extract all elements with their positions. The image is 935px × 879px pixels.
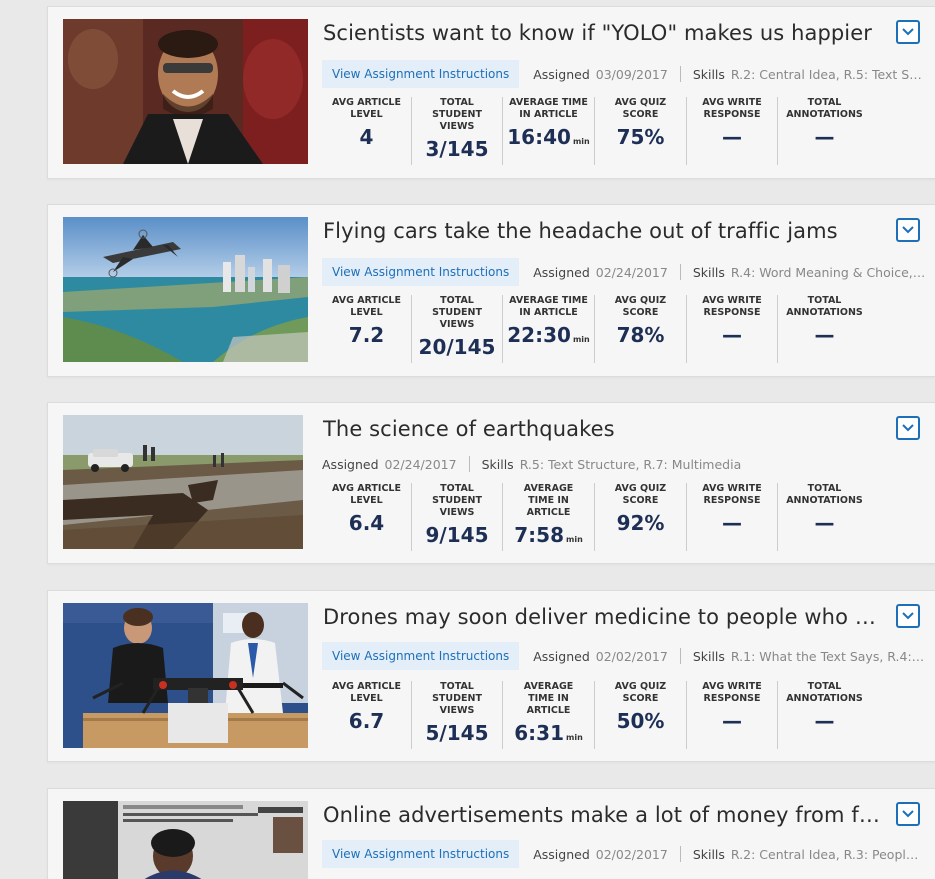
article-thumbnail[interactable] [63, 217, 308, 362]
skills-list: R.2: Central Idea, R.5: Text Struc... [730, 66, 926, 82]
article-thumbnail[interactable] [63, 19, 308, 164]
stat-quiz-score: AVG QUIZ SCORE 50% [595, 681, 687, 749]
stat-avg-level: AVG ARTICLE LEVEL 4 [322, 97, 412, 165]
assignment-meta: Assigned 02/24/2017 Skills R.5: Text Str… [322, 450, 741, 478]
skills-label: Skills [692, 66, 725, 82]
article-card: The science of earthquakes Assigned 02/2… [47, 402, 935, 564]
skills-list: R.2: Central Idea, R.3: People, Ev... [730, 846, 926, 862]
stat-quiz-score: AVG QUIZ SCORE 78% [595, 295, 687, 363]
stat-student-views: TOTAL STUDENT VIEWS 20/145 [412, 295, 503, 363]
stat-annotations: TOTAL ANNOTATIONS — [786, 483, 863, 535]
assigned-label: Assigned [322, 456, 379, 472]
assigned-label: Assigned [533, 846, 590, 862]
stat-avg-time: AVERAGE TIME IN ARTICLE 7:58 min [503, 483, 595, 551]
stat-quiz-score: AVG QUIZ SCORE 92% [595, 483, 687, 551]
skills-label: Skills [692, 264, 725, 280]
assigned-date: 02/24/2017 [384, 456, 457, 472]
stats-row: AVG ARTICLE LEVEL 6.4 TOTAL STUDENT VIEW… [322, 483, 871, 551]
article-title[interactable]: The science of earthquakes [323, 417, 888, 441]
stat-annotations: TOTAL ANNOTATIONS — [786, 97, 863, 149]
assigned-date: 02/02/2017 [595, 846, 668, 862]
chevron-down-icon [902, 424, 914, 432]
view-instructions-button[interactable]: View Assignment Instructions [322, 642, 520, 670]
article-card: Online advertisements make a lot of mone… [47, 788, 935, 879]
skills-label: Skills [481, 456, 514, 472]
divider [468, 456, 470, 472]
expand-chevron-button[interactable] [896, 20, 920, 44]
expand-chevron-button[interactable] [896, 416, 920, 440]
article-title[interactable]: Scientists want to know if "YOLO" makes … [323, 21, 888, 45]
chevron-down-icon [902, 612, 914, 620]
stat-annotations: TOTAL ANNOTATIONS — [786, 681, 863, 733]
stat-student-views: TOTAL STUDENT VIEWS 9/145 [412, 483, 503, 551]
assigned-date: 02/24/2017 [595, 264, 668, 280]
expand-chevron-button[interactable] [896, 604, 920, 628]
assigned-label: Assigned [533, 264, 590, 280]
article-card: Drones may soon deliver medicine to peop… [47, 590, 935, 762]
assigned-date: 03/09/2017 [595, 66, 668, 82]
assignment-meta: View Assignment Instructions Assigned 02… [322, 258, 926, 286]
stats-row: AVG ARTICLE LEVEL 4 TOTAL STUDENT VIEWS … [322, 97, 871, 165]
article-thumbnail[interactable] [63, 415, 303, 549]
article-title[interactable]: Flying cars take the headache out of tra… [323, 219, 888, 243]
skills-list: R.4: Word Meaning & Choice, R... [730, 264, 926, 280]
stat-write-response: AVG WRITE RESPONSE — [687, 483, 778, 551]
divider [679, 846, 681, 862]
stat-write-response: AVG WRITE RESPONSE — [687, 681, 778, 749]
assignment-meta: View Assignment Instructions Assigned 02… [322, 642, 926, 670]
skills-label: Skills [692, 648, 725, 664]
stat-avg-time: AVERAGE TIME IN ARTICLE 6:31 min [503, 681, 595, 749]
stat-quiz-score: AVG QUIZ SCORE 75% [595, 97, 687, 165]
stats-row: AVG ARTICLE LEVEL 6.7 TOTAL STUDENT VIEW… [322, 681, 871, 749]
stat-avg-time: AVERAGE TIME IN ARTICLE 16:40 min [503, 97, 595, 165]
chevron-down-icon [902, 226, 914, 234]
divider [679, 648, 681, 664]
article-title[interactable]: Drones may soon deliver medicine to peop… [323, 605, 888, 629]
chevron-down-icon [902, 810, 914, 818]
stat-student-views: TOTAL STUDENT VIEWS 5/145 [412, 681, 503, 749]
chevron-down-icon [902, 28, 914, 36]
stat-avg-level: AVG ARTICLE LEVEL 6.7 [322, 681, 412, 749]
assigned-label: Assigned [533, 66, 590, 82]
view-instructions-button[interactable]: View Assignment Instructions [322, 60, 520, 88]
article-thumbnail[interactable] [63, 801, 308, 879]
stat-annotations: TOTAL ANNOTATIONS — [786, 295, 863, 347]
article-title[interactable]: Online advertisements make a lot of mone… [323, 803, 888, 827]
article-card: Scientists want to know if "YOLO" makes … [47, 6, 935, 179]
skills-label: Skills [692, 846, 725, 862]
skills-list: R.1: What the Text Says, R.4: Wo... [730, 648, 926, 664]
stat-avg-level: AVG ARTICLE LEVEL 6.4 [322, 483, 412, 551]
expand-chevron-button[interactable] [896, 218, 920, 242]
assigned-label: Assigned [533, 648, 590, 664]
article-card: Flying cars take the headache out of tra… [47, 204, 935, 377]
skills-list: R.5: Text Structure, R.7: Multimedia [519, 456, 742, 472]
stat-write-response: AVG WRITE RESPONSE — [687, 295, 778, 363]
article-thumbnail[interactable] [63, 603, 308, 748]
stat-avg-time: AVERAGE TIME IN ARTICLE 22:30 min [503, 295, 595, 363]
stat-write-response: AVG WRITE RESPONSE — [687, 97, 778, 165]
stat-student-views: TOTAL STUDENT VIEWS 3/145 [412, 97, 503, 165]
view-instructions-button[interactable]: View Assignment Instructions [322, 258, 520, 286]
divider [679, 66, 681, 82]
stats-row: AVG ARTICLE LEVEL 7.2 TOTAL STUDENT VIEW… [322, 295, 871, 363]
expand-chevron-button[interactable] [896, 802, 920, 826]
view-instructions-button[interactable]: View Assignment Instructions [322, 840, 520, 868]
assigned-date: 02/02/2017 [595, 648, 668, 664]
assignment-meta: View Assignment Instructions Assigned 03… [322, 60, 926, 88]
divider [679, 264, 681, 280]
assignment-meta: View Assignment Instructions Assigned 02… [322, 840, 926, 868]
stat-avg-level: AVG ARTICLE LEVEL 7.2 [322, 295, 412, 363]
